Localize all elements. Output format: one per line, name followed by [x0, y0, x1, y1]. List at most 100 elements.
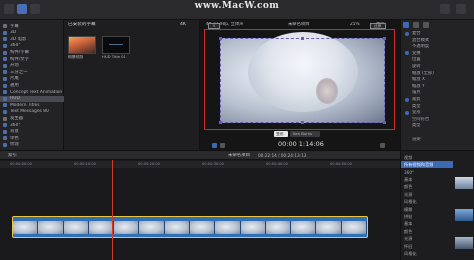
zoom-level[interactable]: 25%	[350, 22, 360, 27]
effects-category[interactable]: 模糊	[401, 206, 453, 213]
timeline-project-name: 未命名项目	[228, 153, 250, 158]
sidebar-item[interactable]: HUD	[0, 95, 64, 102]
sidebar-item-label: 片尾	[10, 76, 19, 82]
folder-icon	[3, 76, 7, 81]
clip-label: 刷爆视频	[68, 55, 84, 59]
sidebar-item-label: Modern Titles	[10, 102, 40, 108]
inspector-row-label: 类型	[412, 103, 421, 109]
sidebar-item[interactable]: 构件/字幕	[0, 49, 64, 55]
folder-icon	[3, 37, 7, 42]
effects-category[interactable]: 拼贴	[401, 213, 453, 220]
crop-icon[interactable]	[405, 97, 409, 102]
reset-button[interactable]: 还原	[370, 23, 386, 29]
transform-icon[interactable]	[405, 51, 409, 56]
sidebar-item[interactable]: 360°	[0, 122, 64, 128]
inspector-row-label: 位置	[412, 57, 421, 63]
effect-thumbnail[interactable]	[455, 209, 473, 221]
sidebar-item[interactable]: 三分之一	[0, 69, 64, 75]
sidebar-item-label: Concept Text Animation	[10, 89, 63, 95]
clip-frame	[63, 221, 89, 234]
folder-icon	[3, 50, 7, 55]
ruler-tick-label: 00:00:10:00	[74, 162, 96, 166]
effects-category[interactable]: 颜色	[401, 184, 453, 191]
inspector-row-label: 裁剪	[412, 97, 421, 102]
effects-category[interactable]: 风格化	[401, 198, 453, 205]
sidebar-item-label: 单色	[10, 135, 19, 141]
sidebar-item[interactable]: 通用	[0, 82, 64, 88]
sidebar-item[interactable]: Text Messages 80	[0, 109, 64, 115]
effects-category[interactable]: 怀旧	[401, 243, 453, 250]
inspector-row-label: 不透明度	[412, 44, 430, 50]
effects-category-label: 模糊	[404, 206, 413, 212]
clip-frame	[240, 221, 266, 234]
timeline[interactable]	[0, 160, 400, 260]
effects-category[interactable]: 颜色	[401, 228, 453, 235]
effects-category[interactable]: 光源	[401, 191, 453, 198]
fullscreen-icon[interactable]	[380, 143, 385, 148]
sidebar-item[interactable]: Modern Titles	[0, 102, 64, 108]
tab-ken-burns[interactable]: Ken Burns	[290, 131, 320, 137]
tab-distort[interactable]: 变形	[274, 131, 288, 137]
effects-category-label: 光源	[404, 191, 413, 197]
sidebar-item[interactable]: 片尾	[0, 76, 64, 82]
inspector-row-label: 锚点	[412, 90, 421, 96]
effects-category[interactable]: 360°	[401, 169, 453, 176]
info-inspector-icon[interactable]	[423, 22, 429, 28]
effects-category[interactable]: 视频	[401, 154, 453, 161]
sidebar-item-label: 纹理	[10, 142, 19, 148]
distort-icon[interactable]	[405, 110, 409, 115]
inspector: 复合 混合模式 不透明度 变换 位置 旋转 缩放 (全部) 缩放 X 缩放 Y 锚点 裁剪 类型 变形空…	[400, 20, 474, 150]
effect-thumbnail[interactable]	[455, 237, 473, 249]
playhead[interactable]	[112, 160, 113, 260]
inspector-row-label: 缩放 X	[412, 77, 425, 83]
effects-category[interactable]: 基本	[401, 176, 453, 183]
sidebar-item[interactable]: 开场	[0, 63, 64, 69]
inspector-row-label: 类型	[412, 123, 421, 129]
folder-icon	[3, 43, 7, 48]
sidebar-item-label: 360°	[10, 43, 21, 49]
sidebar-item[interactable]: 构件/文字	[0, 56, 64, 62]
folder-icon	[3, 142, 7, 147]
effect-thumbnail[interactable]	[455, 177, 473, 189]
sidebar-item[interactable]: 360°	[0, 43, 64, 49]
effects-category[interactable]: 光源	[401, 235, 453, 242]
sidebar-item[interactable]: 3D 电影	[0, 36, 64, 42]
effects-category[interactable]: 基本	[401, 221, 453, 228]
blend-icon[interactable]	[405, 31, 409, 36]
viewer-corner-button[interactable]: 5	[208, 23, 220, 29]
effects-category[interactable]: 所有视频和音频	[401, 161, 453, 168]
clip-thumbnail[interactable]	[102, 36, 130, 54]
effects-category-label: 视频	[404, 154, 413, 160]
browser: 已安装的字幕 4K 刷爆视频 HUD Title 01	[64, 20, 200, 150]
color-inspector-icon[interactable]	[413, 22, 419, 28]
crop-icon[interactable]	[212, 143, 217, 148]
sidebar-item[interactable]: 纹理	[0, 142, 64, 148]
ruler-tick-label: 00:00:20:00	[138, 162, 160, 166]
sidebar-item[interactable]: 字幕	[0, 23, 64, 29]
sidebar-item[interactable]: Concept Text Animation	[0, 89, 64, 95]
sidebar-item-label: Text Messages 80	[10, 109, 49, 115]
inspector-row-label: 变形	[412, 110, 421, 116]
inspector-row[interactable]	[401, 142, 474, 149]
sidebar-item[interactable]: 背景	[0, 129, 64, 135]
clip-frame	[291, 221, 317, 234]
inspector-row-label: 复合	[412, 31, 421, 36]
inspector-row-label: 变换	[412, 50, 421, 56]
effects-category[interactable]: 风格化	[401, 250, 453, 257]
index-button[interactable]: 索引	[8, 153, 17, 158]
timeline-clip[interactable]	[12, 216, 368, 238]
sidebar-item[interactable]: 3D	[0, 30, 64, 36]
timeline-ruler[interactable]: 00:00:00:00 00:00:10:00 00:00:20:00 00:0…	[0, 161, 400, 168]
folder-icon	[3, 57, 7, 62]
sidebar-item-label: 构件/文字	[10, 56, 30, 62]
clip-frame	[164, 221, 190, 234]
clip-thumbnail[interactable]	[68, 36, 96, 54]
transform-icon[interactable]	[220, 143, 225, 148]
ruler-tick-label: 00:00:40:00	[266, 162, 288, 166]
sidebar-item[interactable]: 单色	[0, 135, 64, 141]
effects-category-label: 所有视频和音频	[404, 162, 434, 168]
video-inspector-icon[interactable]	[403, 22, 409, 28]
clip-frame	[139, 221, 165, 234]
sidebar-item-label: 通用	[10, 82, 19, 88]
sidebar-item[interactable]: 发生器	[0, 115, 64, 121]
